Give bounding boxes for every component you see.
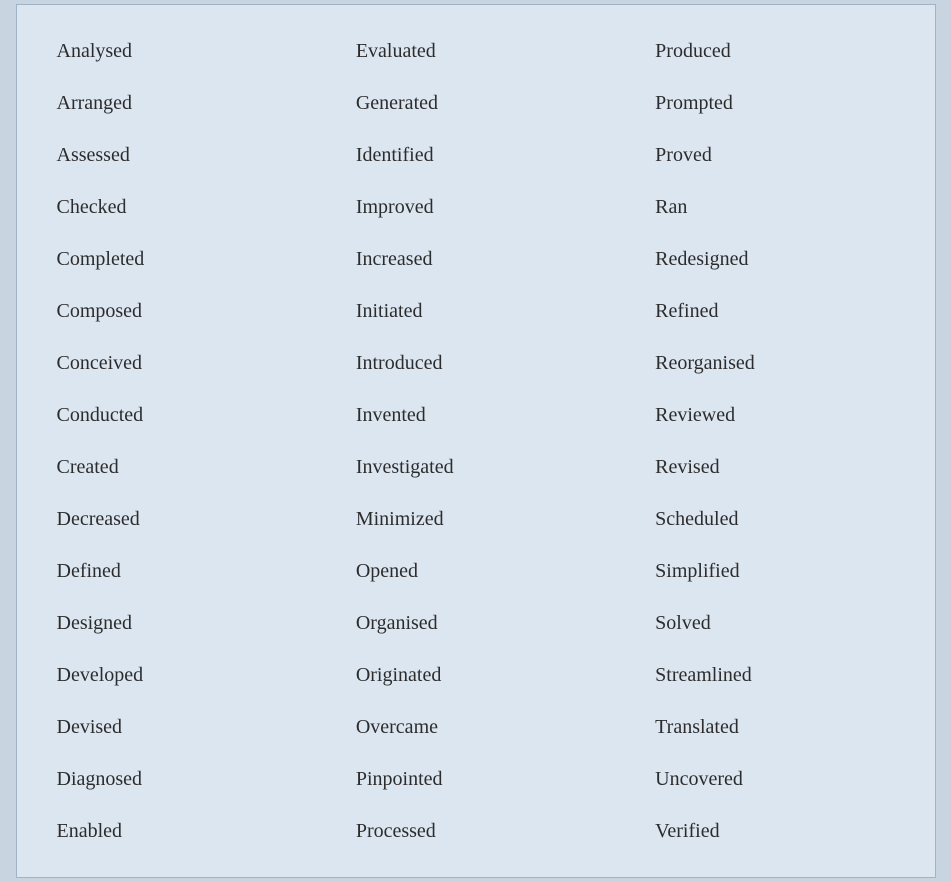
list-item: Verified [625,805,924,857]
list-item: Minimized [326,493,625,545]
list-item: Introduced [326,337,625,389]
list-item: Conducted [27,389,326,441]
list-item: Pinpointed [326,753,625,805]
list-item: Developed [27,649,326,701]
list-item: Produced [625,25,924,77]
list-item: Overcame [326,701,625,753]
list-item: Solved [625,597,924,649]
list-item: Uncovered [625,753,924,805]
word-grid: AnalysedEvaluatedProduced ArrangedGenerat… [27,25,925,857]
list-item: Assessed [27,129,326,181]
list-item: Revised [625,441,924,493]
list-item: Evaluated [326,25,625,77]
list-item: Diagnosed [27,753,326,805]
list-item: Devised [27,701,326,753]
list-item: Generated [326,77,625,129]
list-item: Designed [27,597,326,649]
main-container: AnalysedEvaluatedProduced ArrangedGenerat… [16,4,936,878]
list-item: Enabled [27,805,326,857]
list-item: Reviewed [625,389,924,441]
list-item: Composed [27,285,326,337]
list-item: Proved [625,129,924,181]
list-item: Arranged [27,77,326,129]
list-item: Organised [326,597,625,649]
list-item: Streamlined [625,649,924,701]
list-item: Increased [326,233,625,285]
list-item: Improved [326,181,625,233]
list-item: Analysed [27,25,326,77]
list-item: Processed [326,805,625,857]
list-item: Scheduled [625,493,924,545]
list-item: Investigated [326,441,625,493]
list-item: Ran [625,181,924,233]
list-item: Opened [326,545,625,597]
list-item: Reorganised [625,337,924,389]
list-item: Simplified [625,545,924,597]
list-item: Originated [326,649,625,701]
list-item: Created [27,441,326,493]
list-item: Defined [27,545,326,597]
list-item: Translated [625,701,924,753]
list-item: Conceived [27,337,326,389]
list-item: Refined [625,285,924,337]
list-item: Checked [27,181,326,233]
list-item: Invented [326,389,625,441]
list-item: Redesigned [625,233,924,285]
list-item: Prompted [625,77,924,129]
list-item: Completed [27,233,326,285]
list-item: Decreased [27,493,326,545]
list-item: Initiated [326,285,625,337]
list-item: Identified [326,129,625,181]
